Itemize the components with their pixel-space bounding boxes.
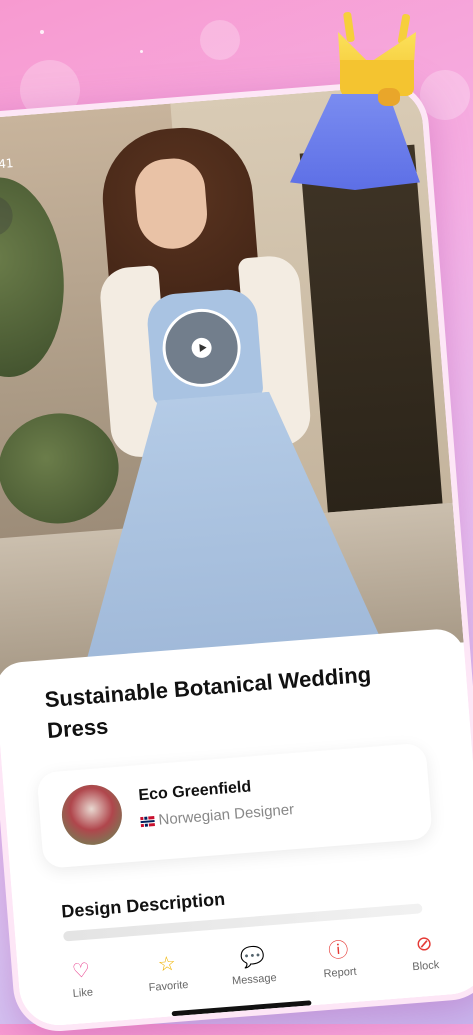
like-button[interactable]: ♡ Like [44, 941, 121, 1035]
block-button[interactable]: ⊘ Block [387, 914, 464, 1014]
description-heading: Design Description [60, 888, 226, 922]
designer-role-label: Norwegian Designer [157, 801, 295, 829]
message-label: Message [231, 971, 278, 988]
play-icon [190, 337, 213, 359]
favorite-label: Favorite [148, 978, 189, 994]
designer-role: Norwegian Designer [140, 801, 295, 830]
bow-icon [378, 88, 400, 106]
block-label: Block [411, 959, 440, 974]
avatar[interactable] [59, 782, 125, 848]
report-label: Report [323, 965, 358, 981]
favorite-button[interactable]: ☆ Favorite [130, 934, 207, 1034]
star-icon: ☆ [156, 950, 177, 977]
dress-sticker-illustration [290, 10, 420, 190]
alert-circle-icon: ⓘ [327, 937, 350, 963]
chat-bubble-icon: 💬 [239, 943, 266, 970]
report-button[interactable]: ⓘ Report [301, 920, 378, 1020]
like-label: Like [72, 986, 94, 1000]
norway-flag-icon [140, 815, 155, 827]
status-bar-time: 9:41 [0, 156, 15, 173]
message-button[interactable]: 💬 Message [216, 927, 293, 1027]
block-user-icon: ⊘ [414, 930, 434, 956]
designer-name: Eco Greenfield [137, 778, 252, 805]
phone-frame: 9:41 ‹ Sustainable Botanical Wedding Dre… [0, 77, 473, 1035]
product-details-sheet: Sustainable Botanical Wedding Dress Eco … [0, 627, 473, 1035]
heart-icon: ♡ [71, 957, 91, 983]
designer-card[interactable]: Eco Greenfield Norwegian Designer [36, 742, 433, 869]
product-title: Sustainable Botanical Wedding Dress [43, 661, 372, 744]
